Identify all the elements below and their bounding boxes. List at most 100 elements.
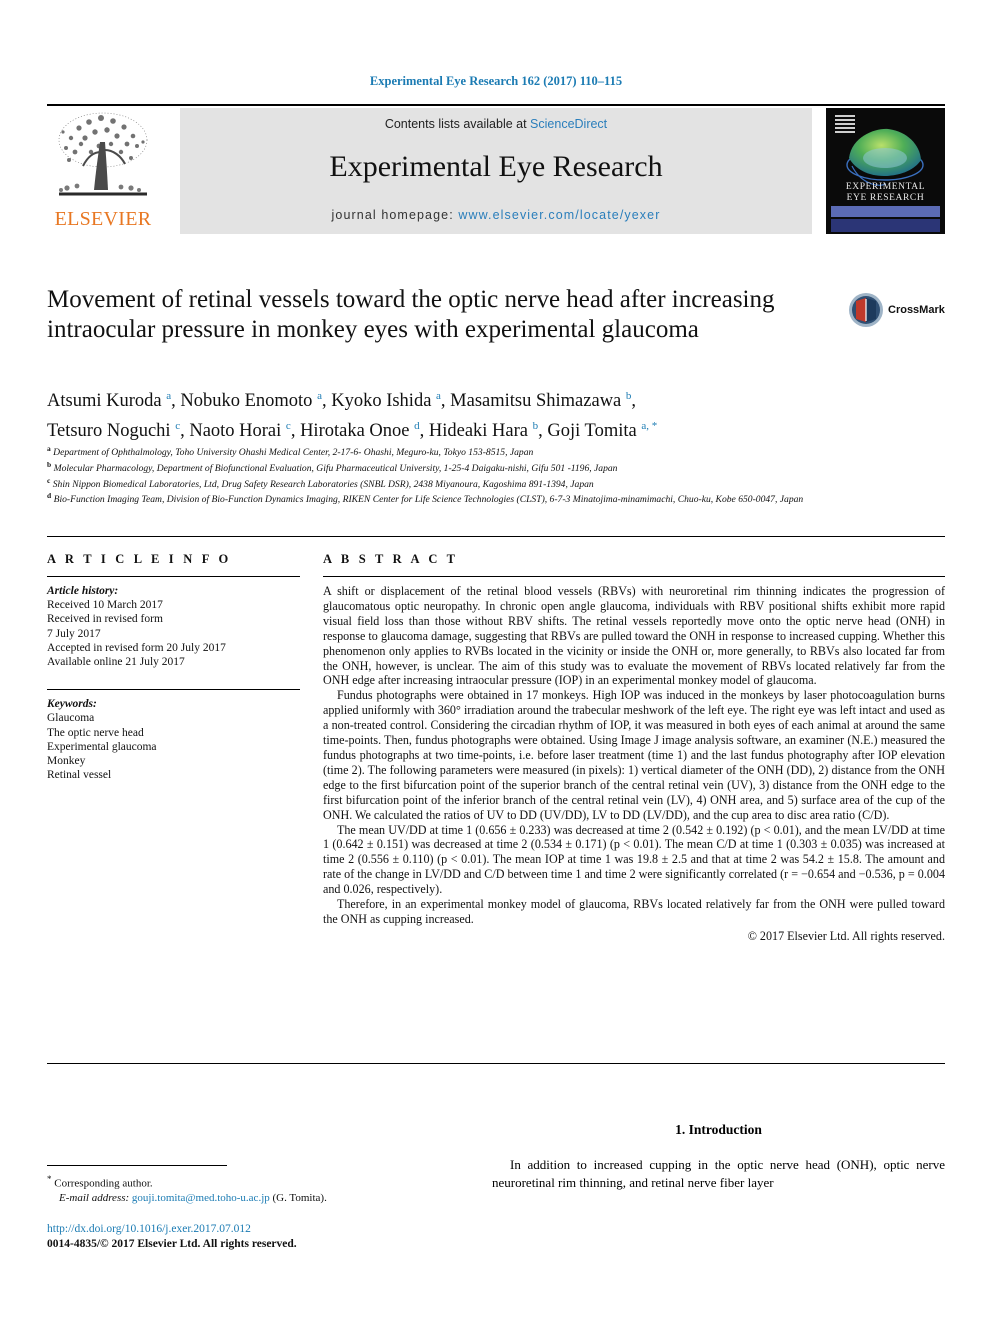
email-note: E-mail address: gouji.tomita@med.toho-u.…: [47, 1191, 467, 1205]
author-affil-mark: a: [317, 390, 322, 402]
issn-copyright-line: 0014-4835/© 2017 Elsevier Ltd. All right…: [47, 1238, 297, 1250]
keyword-item: The optic nerve head: [47, 726, 144, 739]
author-affil-mark: d: [414, 420, 420, 433]
author-name: Atsumi Kuroda: [47, 391, 162, 412]
homepage-prefix: journal homepage:: [331, 208, 459, 222]
affiliation-mark: c: [47, 475, 51, 485]
abstract-rule: [323, 576, 945, 577]
crossmark-badge[interactable]: CrossMark: [848, 292, 948, 332]
asterisk-icon: *: [47, 1174, 52, 1184]
history-item: 7 July 2017: [47, 627, 101, 640]
affiliation-item: d Bio-Function Imaging Team, Division of…: [47, 490, 937, 506]
doi-link[interactable]: http://dx.doi.org/10.1016/j.exer.2017.07…: [47, 1222, 507, 1237]
author-affil-mark: a: [436, 390, 441, 402]
history-item: Received in revised form: [47, 613, 163, 626]
contents-available-line: Contents lists available at ScienceDirec…: [180, 117, 812, 131]
cover-title-line2: EYE RESEARCH: [846, 193, 925, 203]
corresponding-author-label: Corresponding author.: [54, 1177, 153, 1190]
title-block: Movement of retinal vessels toward the o…: [47, 285, 837, 345]
journal-homepage-line: journal homepage: www.elsevier.com/locat…: [180, 208, 812, 222]
article-history-group: Article history: Received 10 March 2017 …: [47, 584, 300, 669]
email-owner: (G. Tomita).: [272, 1191, 327, 1204]
affiliation-list: a Department of Ophthalmology, Toho Univ…: [47, 443, 937, 506]
corresponding-author-note: * Corresponding author.: [47, 1172, 467, 1191]
affiliation-mark: b: [47, 459, 52, 469]
author-name: Hideaki Hara: [428, 421, 528, 442]
article-info-section: A R T I C L E I N F O Article history: R…: [47, 552, 300, 782]
elsevier-logo: ELSEVIER: [47, 108, 159, 234]
abstract-paragraph: Fundus photographs were obtained in 17 m…: [323, 688, 945, 822]
cover-journal-title: EXPERIMENTAL EYE RESEARCH: [826, 182, 945, 204]
journal-homepage-link[interactable]: www.elsevier.com/locate/yexer: [458, 208, 660, 222]
email-link[interactable]: gouji.tomita@med.toho-u.ac.jp: [132, 1192, 270, 1204]
journal-title: Experimental Eye Research: [329, 150, 663, 183]
article-info-heading: A R T I C L E I N F O: [47, 552, 232, 566]
author-affil-mark: a, *: [641, 420, 658, 433]
author-item: Naoto Horai c: [189, 420, 291, 442]
footnote-divider: [47, 1165, 227, 1166]
affiliation-mark: d: [47, 491, 52, 501]
author-item: Tetsuro Noguchi c: [47, 420, 180, 442]
author-name: Kyoko Ishida: [331, 391, 432, 412]
affiliation-item: a Department of Ophthalmology, Toho Univ…: [47, 443, 937, 459]
author-affil-mark: b: [532, 420, 539, 433]
author-affil-mark: a: [166, 390, 172, 402]
affiliation-text: Department of Ophthalmology, Toho Univer…: [53, 447, 534, 459]
author-affil-mark: b: [625, 390, 632, 402]
contents-prefix: Contents lists available at: [384, 117, 531, 131]
keywords-label: Keywords:: [47, 698, 97, 711]
author-name: Nobuko Enomoto: [180, 391, 313, 412]
section-divider-top: [47, 536, 945, 537]
affiliation-text: Molecular Pharmacology, Department of Bi…: [53, 462, 618, 474]
cover-color-band: [831, 206, 940, 217]
abstract-body: A shift or displacement of the retinal b…: [323, 584, 945, 944]
author-list: Atsumi Kuroda a, Nobuko Enomoto a, Kyoko…: [47, 390, 658, 442]
abstract-paragraph: A shift or displacement of the retinal b…: [323, 584, 945, 688]
footnote-block: * Corresponding author. E-mail address: …: [47, 1172, 467, 1205]
author-name: Hirotaka Onoe: [300, 421, 410, 442]
journal-cover-thumbnail: EXPERIMENTAL EYE RESEARCH: [826, 108, 945, 234]
keywords-group: Keywords: Glaucoma The optic nerve head …: [47, 697, 300, 782]
affiliation-item: c Shin Nippon Biomedical Laboratories, L…: [47, 475, 937, 491]
history-item: Received 10 March 2017: [47, 599, 163, 612]
author-item: Goji Tomita a, *: [547, 420, 658, 442]
crossmark-icon: [849, 293, 883, 327]
cover-title-line1: EXPERIMENTAL: [845, 182, 926, 192]
abstract-section: A B S T R A C T A shift or displacement …: [323, 552, 945, 944]
author-item: Masamitsu Shimazawa b: [450, 390, 632, 412]
article-history-label: Article history:: [47, 585, 119, 597]
author-item: Hirotaka Onoe d: [300, 420, 420, 442]
author-item: Atsumi Kuroda a: [47, 390, 172, 412]
page-title: Movement of retinal vessels toward the o…: [47, 286, 775, 343]
crossmark-label: CrossMark: [888, 304, 945, 316]
affiliation-mark: a: [47, 444, 51, 453]
section-divider-bottom: [47, 1063, 945, 1064]
author-item: Kyoko Ishida a: [331, 390, 441, 412]
introduction-heading: 1. Introduction: [675, 1122, 762, 1137]
affiliation-text: Shin Nippon Biomedical Laboratories, Ltd…: [52, 478, 594, 490]
introduction-section: 1. Introduction In addition to increased…: [492, 1122, 945, 1191]
author-name: Goji Tomita: [547, 421, 637, 442]
journal-masthead: ELSEVIER Contents lists available at Sci…: [47, 104, 945, 234]
history-item: Accepted in revised form 20 July 2017: [47, 641, 226, 654]
abstract-heading: A B S T R A C T: [323, 552, 459, 566]
author-name: Masamitsu Shimazawa: [450, 391, 622, 412]
author-name: Naoto Horai: [189, 421, 282, 442]
keyword-item: Monkey: [47, 755, 86, 768]
elsevier-wordmark: ELSEVIER: [54, 208, 152, 230]
author-affil-mark: c: [285, 420, 291, 433]
keyword-item: Experimental glaucoma: [47, 740, 157, 753]
author-name: Tetsuro Noguchi: [47, 421, 171, 442]
author-item: Nobuko Enomoto a: [180, 390, 322, 412]
abstract-copyright: © 2017 Elsevier Ltd. All rights reserved…: [747, 928, 945, 943]
keyword-item: Retinal vessel: [47, 769, 112, 782]
cover-footer-band: [831, 219, 940, 232]
history-item: Available online 21 July 2017: [47, 656, 185, 669]
introduction-body: In addition to increased cupping in the …: [492, 1156, 945, 1191]
author-item: Hideaki Hara b: [428, 420, 539, 442]
masthead-grey-panel: Contents lists available at ScienceDirec…: [180, 108, 812, 234]
sciencedirect-link[interactable]: ScienceDirect: [530, 117, 607, 131]
abstract-paragraph: The mean UV/DD at time 1 (0.656 ± 0.233)…: [323, 822, 945, 897]
running-head: Experimental Eye Research 162 (2017) 110…: [369, 74, 623, 88]
